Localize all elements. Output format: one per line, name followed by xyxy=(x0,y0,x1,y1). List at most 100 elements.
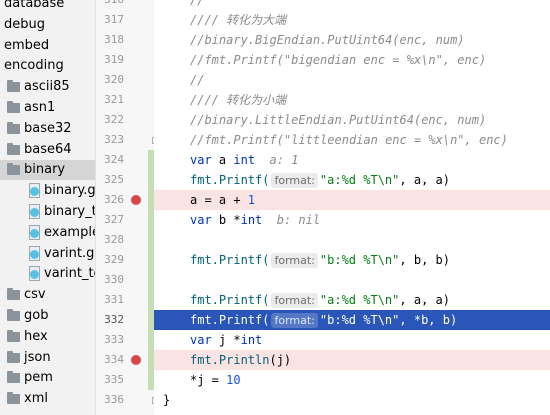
line-number[interactable]: 329 xyxy=(94,250,124,270)
code-line-334[interactable]: fmt.Println(j) xyxy=(154,350,550,370)
code-line-329[interactable]: fmt.Printf(format: "b:%d %T\n", b, b) xyxy=(154,250,550,270)
code-token: } xyxy=(163,393,171,407)
code-line-324[interactable]: var a int a: 1 xyxy=(154,150,550,170)
tree-item-pem[interactable]: pem xyxy=(0,368,95,388)
line-number[interactable]: 331 xyxy=(94,290,124,310)
line-number[interactable]: 334 xyxy=(94,350,124,370)
code-line-333[interactable]: var j *int xyxy=(154,330,550,350)
code-text: //fmt.Printf("littleendian enc = %x\n", … xyxy=(190,130,508,150)
code-token: "a:%d %T\n" xyxy=(319,173,400,187)
code-line-330[interactable] xyxy=(154,270,550,290)
line-number[interactable]: 322 xyxy=(94,110,124,130)
tree-item-ascii85[interactable]: ascii85 xyxy=(0,77,95,97)
code-line-318[interactable]: //binary.BigEndian.PutUint64(enc, num) xyxy=(154,30,550,50)
tree-item-hex[interactable]: hex xyxy=(0,327,95,347)
line-number[interactable]: 324 xyxy=(94,150,124,170)
tree-item-xml[interactable]: xml xyxy=(0,389,95,409)
line-number[interactable]: 330 xyxy=(94,270,124,290)
code-line-331[interactable]: fmt.Printf(format: "a:%d %T\n", a, a) xyxy=(154,290,550,310)
line-number[interactable]: 321 xyxy=(94,90,124,110)
breakpoint-icon[interactable] xyxy=(131,195,141,205)
tree-item-csv[interactable]: csv xyxy=(0,285,95,305)
code-text: *j = 10 xyxy=(190,370,241,390)
code-text: //fmt.Printf("bigendian enc = %x\n", enc… xyxy=(190,50,486,70)
code-line-320[interactable]: // xyxy=(154,70,550,90)
code-line-316[interactable]: // xyxy=(154,0,550,10)
code-line-319[interactable]: //fmt.Printf("bigendian enc = %x\n", enc… xyxy=(154,50,550,70)
code-line-335[interactable]: *j = 10 xyxy=(154,370,550,390)
tree-item-label: hex xyxy=(24,328,48,344)
code-token: //fmt.Printf("littleendian enc = %x\n", … xyxy=(190,133,508,147)
line-number[interactable]: 333 xyxy=(94,330,124,350)
tree-item-example-test-go[interactable]: example_test.go xyxy=(0,223,95,243)
tree-item-base32[interactable]: base32 xyxy=(0,119,95,139)
code-line-323[interactable]: //fmt.Printf("littleendian enc = %x\n", … xyxy=(154,130,550,150)
go-file-icon xyxy=(29,183,40,199)
code-token: (j) xyxy=(269,353,292,367)
line-number[interactable]: 317 xyxy=(94,10,124,30)
code-token: , *b, b) xyxy=(399,313,458,327)
line-number[interactable]: 336 xyxy=(94,390,124,410)
tree-item-label: asn1 xyxy=(24,100,56,115)
tree-item-debug[interactable]: debug xyxy=(0,15,95,35)
code-line-336[interactable]: } xyxy=(154,390,550,410)
line-number[interactable]: 319 xyxy=(94,50,124,70)
line-number[interactable]: 327 xyxy=(94,210,124,230)
code-line-332[interactable]: fmt.Printf(format: "b:%d %T\n", *b, b) xyxy=(154,310,550,330)
code-text: fmt.Printf(format: "b:%d %T\n", *b, b) xyxy=(190,310,457,330)
go-file-icon xyxy=(29,245,40,261)
code-text: fmt.Printf(format: "a:%d %T\n", a, a) xyxy=(190,290,450,310)
tree-item-database[interactable]: database xyxy=(0,0,95,14)
code-token: , a, a) xyxy=(399,173,450,187)
code-token: int xyxy=(233,153,256,167)
folder-icon xyxy=(7,101,20,113)
code-text: a = a + 1 xyxy=(190,190,255,210)
tree-item-binary-test-go[interactable]: binary_test.go xyxy=(0,202,95,222)
code-token: fmt.Printf( xyxy=(190,293,270,307)
code-line-327[interactable]: var b *int b: nil xyxy=(154,210,550,230)
line-number[interactable]: 316 xyxy=(94,0,124,10)
line-number[interactable]: 318 xyxy=(94,30,124,50)
tree-item-label: database xyxy=(4,0,65,11)
code-token: fmt.Printf( xyxy=(190,313,270,327)
tree-item-encoding[interactable]: encoding xyxy=(0,56,95,76)
tree-item-base64[interactable]: base64 xyxy=(0,140,95,160)
tree-item-binary[interactable]: binary xyxy=(0,160,95,181)
code-token: , b, b) xyxy=(399,253,450,267)
code-token: fmt.Printf( xyxy=(190,173,270,187)
line-number[interactable]: 325 xyxy=(94,170,124,190)
tree-item-label: gob xyxy=(24,308,49,323)
code-line-326[interactable]: a = a + 1 xyxy=(154,190,550,210)
line-number[interactable]: 323 xyxy=(94,130,124,150)
tree-item-varint-go[interactable]: varint.go xyxy=(0,244,95,264)
code-token: 10 xyxy=(226,373,241,387)
code-editor[interactable]: // //// 转化为大端 //binary.BigEndian.PutUint64… xyxy=(154,0,550,415)
tree-item-varint-test-go[interactable]: varint_test.go xyxy=(0,264,95,284)
code-line-321[interactable]: //// 转化为小端 xyxy=(154,90,550,110)
line-number[interactable]: 326 xyxy=(94,190,124,210)
tree-item-label: binary xyxy=(24,162,66,178)
tree-item-embed[interactable]: embed xyxy=(0,36,95,56)
line-number[interactable]: 328 xyxy=(94,230,124,250)
tree-item-gob[interactable]: gob xyxy=(0,306,95,326)
tree-item-asn1[interactable]: asn1 xyxy=(0,98,95,118)
code-token: var xyxy=(190,153,212,167)
code-line-317[interactable]: //// 转化为大端 xyxy=(154,10,550,30)
breakpoint-icon[interactable] xyxy=(131,355,141,365)
line-number[interactable]: 320 xyxy=(94,70,124,90)
line-number[interactable]: 332 xyxy=(94,310,124,330)
tree-item-json[interactable]: json xyxy=(0,348,95,368)
code-line-328[interactable] xyxy=(154,230,550,250)
tree-item-binary-go[interactable]: binary.go xyxy=(0,181,95,201)
code-token: // xyxy=(190,73,205,87)
editor-gutter[interactable]: 3163173183193203213223233243253263273283… xyxy=(94,0,159,415)
code-line-325[interactable]: fmt.Printf(format: "a:%d %T\n", a, a) xyxy=(154,170,550,190)
code-line-322[interactable]: //binary.LittleEndian.PutUint64(enc, num… xyxy=(154,110,550,130)
code-token: "b:%d %T\n" xyxy=(319,253,400,267)
line-number[interactable]: 335 xyxy=(94,370,124,390)
folder-icon xyxy=(7,80,20,93)
code-token: fmt.Printf( xyxy=(190,253,270,267)
code-text: fmt.Printf(format: "a:%d %T\n", a, a) xyxy=(190,170,450,190)
